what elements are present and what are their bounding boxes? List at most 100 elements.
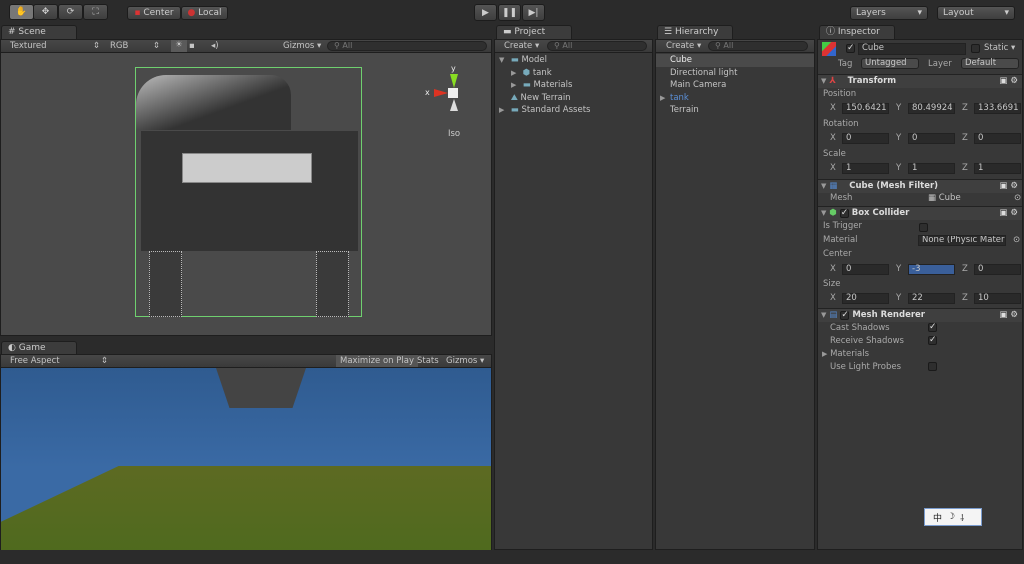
project-item[interactable]: ▶ ▬ Materials (495, 79, 652, 92)
project-search-input[interactable]: ⚲ All (547, 41, 647, 51)
hierarchy-item[interactable]: Cube (656, 54, 814, 67)
ime-language-icon[interactable]: 中 (933, 511, 942, 524)
materials-foldout[interactable]: ▶ Materials (822, 349, 869, 359)
skybox-toggle-icon[interactable]: ▪ (189, 41, 195, 51)
tab-hierarchy[interactable]: ☰ Hierarchy (657, 25, 733, 39)
active-checkbox[interactable]: ✓ (846, 44, 855, 53)
center-y-field[interactable]: -3 (908, 264, 955, 275)
cast-shadows-checkbox[interactable]: ✓ (928, 323, 937, 332)
transform-title: Transform (847, 76, 897, 86)
step-button[interactable]: ▶| (522, 4, 545, 21)
position-y-field[interactable]: 80.49924 (908, 103, 955, 114)
scale-z-field[interactable]: 1 (974, 163, 1021, 174)
projection-label[interactable]: Iso (448, 129, 460, 139)
rotation-y-field[interactable]: 0 (908, 133, 955, 144)
hierarchy-item[interactable]: ▶ tank (656, 92, 814, 105)
channel-dropdown[interactable]: RGB (110, 41, 128, 51)
project-item[interactable]: ▶ ⬢ tank (495, 67, 652, 80)
scene-gizmo[interactable]: y x (425, 64, 475, 114)
center-x-field[interactable]: 0 (842, 264, 889, 275)
gizmos-dropdown[interactable]: Gizmos ▾ (283, 41, 321, 51)
mesh-field[interactable]: ▦ Cube (928, 193, 961, 203)
scale-tool-button[interactable]: ⛶ (83, 4, 108, 20)
rotation-x-field[interactable]: 0 (842, 133, 889, 144)
hierarchy-item[interactable]: Terrain (656, 104, 814, 117)
project-create-button[interactable]: Create ▾ (504, 41, 539, 51)
light-probes-checkbox[interactable] (928, 362, 937, 371)
game-gizmos-dropdown[interactable]: Gizmos ▾ (446, 356, 484, 366)
play-button[interactable]: ▶ (474, 4, 497, 21)
axis-label: Y (896, 293, 902, 303)
pivot-center-button[interactable]: ▪ Center (127, 6, 181, 20)
position-z-field[interactable]: 133.6691 (974, 103, 1021, 114)
tab-inspector[interactable]: ⓘ Inspector (819, 25, 895, 39)
pivot-local-button[interactable]: ● Local (181, 6, 228, 20)
object-picker-icon[interactable]: ⊙ (1013, 235, 1020, 245)
project-item[interactable]: ▼ ▬ Model (495, 54, 652, 67)
box-collider-enabled-checkbox[interactable]: ✓ (839, 209, 849, 218)
hand-tool-button[interactable]: ✋ (9, 4, 34, 20)
hierarchy-item[interactable]: Main Camera (656, 79, 814, 92)
y-axis-cone[interactable] (450, 74, 458, 88)
render-mode-dropdown[interactable]: Textured (10, 41, 47, 51)
mesh-renderer-header[interactable]: ▼ ▤ ✓ Mesh Renderer ▣ ⚙ (818, 308, 1022, 322)
hierarchy-item[interactable]: Directional light (656, 67, 814, 80)
tank-model[interactable] (135, 67, 362, 317)
tab-project[interactable]: ▬ Project (496, 25, 572, 39)
foldout-arrow-icon[interactable]: ▶ (499, 104, 508, 117)
physic-material-field[interactable]: None (Physic Mater (918, 235, 1006, 246)
size-x-field[interactable]: 20 (842, 293, 889, 304)
transform-header[interactable]: ▼ ⅄ Transform ▣ ⚙ (818, 74, 1022, 88)
foldout-arrow-icon[interactable]: ▶ (511, 67, 520, 80)
size-y-field[interactable]: 22 (908, 293, 955, 304)
rotation-z-field[interactable]: 0 (974, 133, 1021, 144)
aspect-dropdown[interactable]: Free Aspect (10, 356, 60, 366)
axis-label: Y (896, 133, 902, 143)
static-checkbox[interactable] (971, 44, 980, 53)
is-trigger-checkbox[interactable] (919, 223, 928, 232)
project-item[interactable]: ⛰ New Terrain (495, 92, 652, 105)
scale-y-field[interactable]: 1 (908, 163, 955, 174)
object-name-input[interactable]: Cube (858, 43, 966, 55)
maximize-on-play-toggle[interactable]: Maximize on Play (336, 355, 418, 367)
game-view[interactable] (1, 368, 491, 550)
box-collider-header[interactable]: ▼ ⬢ ✓ Box Collider ▣ ⚙ (818, 206, 1022, 220)
foldout-arrow-icon[interactable]: ▼ (499, 54, 508, 67)
audio-toggle-icon[interactable]: ◂) (211, 41, 219, 51)
lighting-toggle-icon[interactable]: ☀ (171, 40, 187, 52)
static-dropdown[interactable]: Static ▾ (984, 43, 1015, 53)
game-tab-label: Game (18, 343, 46, 353)
x-axis-cone[interactable] (434, 89, 448, 97)
cast-shadows-label: Cast Shadows (830, 323, 890, 333)
size-z-field[interactable]: 10 (974, 293, 1021, 304)
hierarchy-search-input[interactable]: ⚲ All (708, 41, 808, 51)
scene-search-input[interactable]: ⚲ All (327, 41, 487, 51)
layer-dropdown[interactable]: Default (961, 58, 1019, 69)
scale-x-field[interactable]: 1 (842, 163, 889, 174)
project-item[interactable]: ▶ ▬ Standard Assets (495, 104, 652, 117)
foldout-arrow-icon[interactable]: ▶ (511, 79, 520, 92)
object-picker-icon[interactable]: ⊙ (1014, 193, 1021, 203)
ime-toolbar[interactable]: 中 ☽ ⸸ (924, 508, 982, 526)
pause-button[interactable]: ❚❚ (498, 4, 521, 21)
center-z-field[interactable]: 0 (974, 264, 1021, 275)
receive-shadows-checkbox[interactable]: ✓ (928, 336, 937, 345)
tag-dropdown[interactable]: Untagged (861, 58, 919, 69)
stats-toggle[interactable]: Stats (417, 356, 439, 366)
z-axis-cone[interactable] (450, 99, 458, 111)
layout-dropdown[interactable]: Layout ▾ (937, 6, 1015, 20)
ime-halfwidth-icon[interactable]: ☽ (947, 512, 955, 522)
axis-label: X (830, 133, 836, 143)
layers-dropdown[interactable]: Layers ▾ (850, 6, 928, 20)
position-x-field[interactable]: 150.6421 (842, 103, 889, 114)
tab-scene[interactable]: # Scene (1, 25, 77, 39)
mesh-filter-header[interactable]: ▼ ▦ Cube (Mesh Filter) ▣ ⚙ (818, 179, 1022, 193)
help-gear-icon[interactable]: ▣ ⚙ (999, 75, 1018, 88)
hierarchy-create-button[interactable]: Create ▾ (666, 41, 701, 51)
rotate-tool-button[interactable]: ⟳ (58, 4, 83, 20)
ime-punctuation-icon[interactable]: ⸸ (960, 511, 964, 524)
scene-tab-label: Scene (18, 27, 46, 37)
tab-game[interactable]: ◐ Game (1, 341, 77, 355)
mesh-renderer-enabled-checkbox[interactable]: ✓ (840, 311, 850, 320)
move-tool-button[interactable]: ✥ (33, 4, 58, 20)
